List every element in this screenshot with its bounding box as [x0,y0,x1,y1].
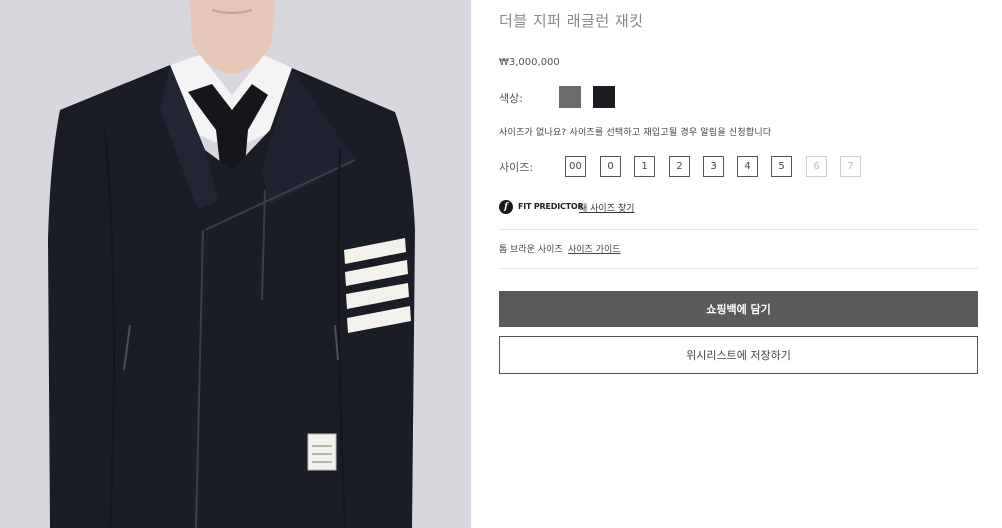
color-label: 색상: [499,92,523,105]
color-swatch-gray[interactable] [559,86,581,108]
size-option-0[interactable]: 0 [600,156,621,177]
color-selector: 색상: [499,86,699,108]
size-guide-row: 톰 브라운 사이즈 사이즈 가이드 [499,241,799,255]
size-option-4[interactable]: 4 [737,156,758,177]
size-guide-link[interactable]: 사이즈 가이드 [568,242,621,255]
jacket-illustration [0,0,471,528]
divider [499,229,978,230]
find-my-size-link[interactable]: 내 사이즈 찾기 [579,201,634,214]
size-option-5[interactable]: 5 [771,156,792,177]
color-swatch-navy[interactable] [593,86,615,108]
product-price: ₩3,000,000 [499,57,560,68]
add-to-bag-button[interactable]: 쇼핑백에 담기 [499,291,978,327]
product-info: 더블 지퍼 래글런 재킷 ₩3,000,000 색상: 사이즈가 없나요? 사이… [499,0,978,528]
size-option-1[interactable]: 1 [634,156,655,177]
size-option-7[interactable]: 7 [840,156,861,177]
product-image[interactable] [0,0,471,528]
size-notice: 사이즈가 없나요? 사이즈를 선택하고 재입고될 경우 알림을 신청합니다 [499,128,772,138]
fit-predictor-brand: FIT PREDICTOR [518,202,584,211]
save-to-wishlist-button[interactable]: 위시리스트에 저장하기 [499,336,978,374]
fit-predictor-logo-icon: f [499,200,513,214]
size-option-6[interactable]: 6 [806,156,827,177]
size-selector: 사이즈: 00 0 1 2 3 4 5 6 7 [499,156,978,178]
divider [499,268,978,269]
size-option-3[interactable]: 3 [703,156,724,177]
size-guide-prefix: 톰 브라운 사이즈 [499,245,563,255]
size-option-2[interactable]: 2 [669,156,690,177]
size-option-00[interactable]: 00 [565,156,586,177]
size-label: 사이즈: [499,161,534,174]
fit-predictor: f FIT PREDICTOR 내 사이즈 찾기 [499,200,799,216]
product-title: 더블 지퍼 래글런 재킷 [499,12,644,30]
